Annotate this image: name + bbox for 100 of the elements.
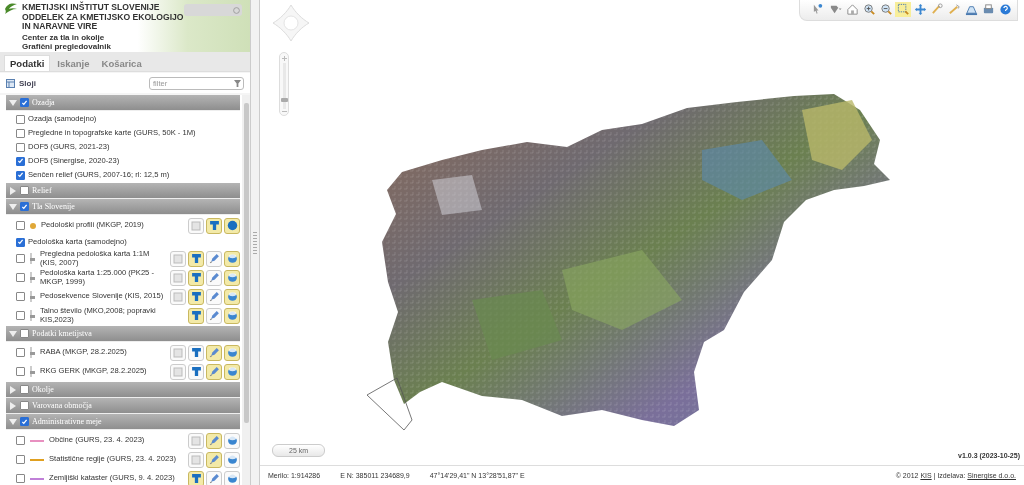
layer-group-title: Podatki kmetijstva [32,329,92,338]
layer-button[interactable] [224,250,240,267]
checkbox[interactable] [16,237,25,247]
home-tool-button[interactable] [844,2,860,17]
checkbox[interactable] [16,170,25,180]
identify-icon [811,3,825,16]
checkbox[interactable] [16,292,25,301]
zoom-out-tool-button[interactable] [878,2,894,17]
layer-button[interactable] [224,432,240,449]
expanded-triangle-icon[interactable] [9,98,17,107]
layer-group-header[interactable]: Okolje [6,382,240,398]
legend-icon [173,272,183,283]
checkbox[interactable] [20,202,29,211]
style-button[interactable] [206,451,222,468]
checkbox[interactable] [16,348,25,357]
layer-group-title: Relief [32,186,52,195]
layer-button[interactable] [224,363,240,380]
zoom-slider-thumb[interactable] [280,98,288,103]
opacity-slider-icon[interactable] [30,347,35,358]
checkbox[interactable] [16,254,25,263]
style-button[interactable] [206,344,222,361]
label-button[interactable] [206,217,222,234]
zoom-box-tool-button[interactable] [895,2,911,17]
collapsed-triangle-icon[interactable] [9,401,17,410]
label-button[interactable] [188,307,204,324]
text-icon [190,473,202,484]
layer-group-header[interactable]: Ozadja [6,95,240,111]
checkbox[interactable] [16,221,25,230]
checkbox[interactable] [16,128,25,138]
label-button[interactable] [188,250,204,267]
layer-group-header[interactable]: Podatki kmetijstva [6,326,240,342]
header-field[interactable] [184,4,242,16]
point-button[interactable] [224,217,240,234]
label-button[interactable] [188,288,204,305]
zoom-in-tool-button[interactable] [861,2,877,17]
pan-tool-button[interactable] [912,2,928,17]
tab[interactable]: Košarica [96,55,147,71]
collapsed-triangle-icon[interactable] [9,385,17,394]
header-subtitle: Center za tla in okolje [22,32,105,42]
style-button[interactable] [206,269,222,286]
style-button[interactable] [206,432,222,449]
checkbox[interactable] [16,455,25,464]
checkbox[interactable] [16,156,25,166]
label-button[interactable] [188,344,204,361]
expanded-triangle-icon[interactable] [9,202,17,211]
expanded-triangle-icon[interactable] [9,329,17,338]
opacity-slider-icon[interactable] [30,291,35,302]
label-button[interactable] [188,269,204,286]
layer-button[interactable] [224,451,240,468]
layer-button[interactable] [224,269,240,286]
checkbox[interactable] [16,436,25,445]
ruler-tool-button[interactable] [929,2,945,17]
layer-group-header[interactable]: Varovana območja [6,398,240,414]
style-button[interactable] [206,250,222,267]
layer-button[interactable] [224,307,240,324]
ruler-tool-button[interactable] [946,2,962,17]
tab[interactable]: Iskanje [52,55,95,71]
layer-button[interactable] [224,288,240,305]
institute-title: IN NARAVNE VIRE [22,22,99,32]
layer-group-header[interactable]: Administrativne meje [6,414,240,430]
expanded-triangle-icon[interactable] [9,417,17,426]
style-button[interactable] [206,288,222,305]
checkbox[interactable] [20,98,29,107]
layer-button[interactable] [224,470,240,485]
layer-group-title: Varovana območja [32,401,92,410]
opacity-slider-icon[interactable] [30,253,35,264]
ruler-icon [947,3,961,16]
checkbox[interactable] [16,474,25,483]
help-tool-button[interactable] [997,2,1013,17]
pencil-icon [208,366,220,377]
checkbox[interactable] [16,311,25,320]
scrollbar[interactable] [242,95,250,485]
opacity-slider-icon[interactable] [30,272,35,283]
text-icon [190,253,202,264]
checkbox[interactable] [20,401,29,410]
checkbox[interactable] [16,142,25,152]
checkbox[interactable] [20,329,29,338]
tab[interactable]: Podatki [4,55,51,71]
style-button[interactable] [206,307,222,324]
checkbox[interactable] [20,186,29,195]
institute-title: ODDELEK ZA KMETIJSKO EKOLOGIJO [22,12,184,23]
checkbox[interactable] [16,114,25,124]
zoom-slider[interactable] [279,52,289,116]
opacity-slider-icon[interactable] [30,310,35,321]
layer-group-header[interactable]: Relief [6,183,240,199]
layer-group-header[interactable]: Tla Slovenije [6,199,240,215]
checkbox[interactable] [20,417,29,426]
style-button[interactable] [206,363,222,380]
label-button[interactable] [188,470,204,485]
splitter-handle-icon[interactable] [253,231,257,254]
style-button[interactable] [206,470,222,485]
checkbox[interactable] [20,385,29,394]
label-button[interactable] [188,363,204,380]
pencil-icon [208,435,220,446]
checkbox[interactable] [16,273,25,282]
collapsed-triangle-icon[interactable] [9,186,17,195]
opacity-slider-icon[interactable] [30,366,35,377]
checkbox[interactable] [16,367,25,376]
zoom-in-icon[interactable] [281,56,287,61]
layer-button[interactable] [224,344,240,361]
